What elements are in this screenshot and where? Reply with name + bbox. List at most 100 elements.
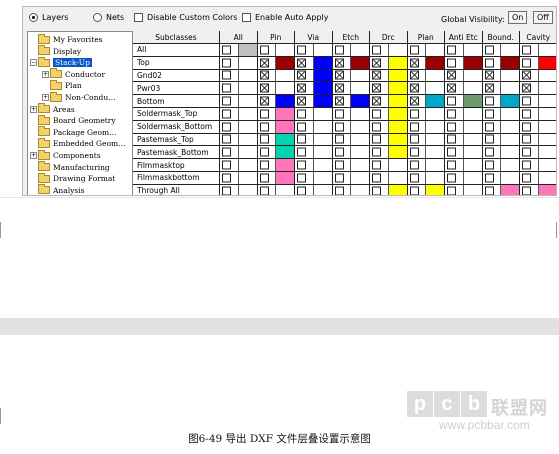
visibility-cell[interactable] <box>295 44 333 57</box>
tree-item[interactable]: Analysis <box>30 184 84 195</box>
tree-item[interactable]: + Conductor <box>42 68 105 80</box>
visibility-cell[interactable] <box>445 82 483 96</box>
visibility-checkbox[interactable] <box>297 83 306 93</box>
visibility-cell[interactable] <box>370 95 408 108</box>
visibility-checkbox[interactable] <box>447 45 456 55</box>
visibility-checkbox[interactable] <box>372 173 381 183</box>
visibility-checkbox[interactable] <box>409 122 419 132</box>
visibility-cell[interactable] <box>332 56 370 70</box>
visibility-cell[interactable] <box>483 184 520 195</box>
visibility-checkbox[interactable] <box>334 122 344 132</box>
color-swatch[interactable] <box>351 70 369 82</box>
tree-item[interactable]: Manufacturing <box>30 161 110 173</box>
visibility-checkbox[interactable] <box>522 96 531 106</box>
visibility-cell[interactable] <box>445 146 483 160</box>
color-swatch[interactable] <box>539 159 556 171</box>
visibility-cell[interactable] <box>332 159 370 172</box>
color-swatch[interactable] <box>426 172 444 184</box>
color-swatch[interactable] <box>351 95 369 107</box>
visibility-checkbox[interactable] <box>297 45 306 55</box>
color-swatch[interactable] <box>538 184 556 195</box>
visibility-checkbox[interactable] <box>522 109 531 119</box>
visibility-checkbox[interactable] <box>297 186 306 195</box>
visibility-checkbox[interactable] <box>372 122 381 132</box>
visibility-checkbox[interactable] <box>259 83 269 93</box>
visibility-checkbox[interactable] <box>409 45 419 55</box>
visibility-cell[interactable] <box>220 69 258 83</box>
visibility-cell[interactable] <box>520 133 556 147</box>
expand-toggle-icon[interactable]: − <box>30 59 37 67</box>
visibility-cell[interactable] <box>370 120 408 134</box>
visibility-cell[interactable] <box>520 95 556 108</box>
color-swatch[interactable] <box>314 44 332 56</box>
visibility-cell[interactable] <box>295 159 333 172</box>
visibility-cell[interactable] <box>295 120 333 134</box>
color-swatch[interactable] <box>464 146 482 158</box>
tree-item[interactable]: Plan <box>42 79 82 91</box>
visibility-checkbox[interactable] <box>372 147 381 157</box>
visibility-checkbox[interactable] <box>259 186 269 195</box>
visibility-cell[interactable] <box>220 133 258 147</box>
visibility-cell[interactable] <box>295 172 333 185</box>
visibility-cell[interactable] <box>520 159 556 172</box>
color-swatch[interactable] <box>501 82 519 94</box>
visibility-checkbox[interactable] <box>447 134 456 144</box>
color-swatch[interactable] <box>426 95 444 107</box>
color-swatch[interactable] <box>426 70 444 82</box>
color-swatch[interactable] <box>314 121 332 133</box>
visibility-checkbox[interactable] <box>447 160 456 170</box>
color-swatch[interactable] <box>276 82 294 94</box>
color-swatch[interactable] <box>238 44 257 56</box>
expand-toggle-icon[interactable]: + <box>30 152 37 159</box>
color-swatch[interactable] <box>239 95 257 107</box>
visibility-cell[interactable] <box>407 69 445 83</box>
color-swatch[interactable] <box>314 108 332 120</box>
visibility-off-button[interactable]: Off <box>533 11 553 24</box>
visibility-checkbox[interactable] <box>297 134 306 144</box>
visibility-checkbox[interactable] <box>522 147 531 157</box>
color-swatch[interactable] <box>276 56 294 69</box>
visibility-checkbox[interactable] <box>522 173 531 183</box>
color-swatch[interactable] <box>314 146 332 158</box>
color-swatch[interactable] <box>276 120 294 133</box>
visibility-cell[interactable] <box>407 133 445 147</box>
disable-custom-colors-box[interactable] <box>134 13 143 22</box>
color-swatch[interactable] <box>539 95 556 107</box>
visibility-cell[interactable] <box>220 44 258 57</box>
visibility-checkbox[interactable] <box>522 45 531 55</box>
color-swatch[interactable] <box>351 82 369 94</box>
layers-radio[interactable]: Layers <box>29 13 68 22</box>
color-swatch[interactable] <box>464 134 482 146</box>
color-swatch[interactable] <box>276 172 294 184</box>
visibility-checkbox[interactable] <box>484 147 494 157</box>
visibility-cell[interactable] <box>445 159 483 172</box>
visibility-cell[interactable] <box>220 146 258 160</box>
visibility-checkbox[interactable] <box>259 58 269 68</box>
color-swatch[interactable] <box>426 82 444 94</box>
visibility-cell[interactable] <box>295 69 333 83</box>
color-swatch[interactable] <box>313 56 332 69</box>
visibility-checkbox[interactable] <box>334 160 344 170</box>
color-swatch[interactable] <box>276 133 294 146</box>
visibility-cell[interactable] <box>520 82 556 96</box>
visibility-cell[interactable] <box>407 146 445 160</box>
color-swatch[interactable] <box>464 82 482 94</box>
color-swatch[interactable] <box>426 159 444 171</box>
visibility-cell[interactable] <box>520 146 556 160</box>
color-swatch[interactable] <box>501 70 519 82</box>
visibility-checkbox[interactable] <box>222 134 231 144</box>
visibility-cell[interactable] <box>332 172 370 185</box>
color-swatch[interactable] <box>351 44 369 56</box>
visibility-cell[interactable] <box>407 159 445 172</box>
visibility-checkbox[interactable] <box>297 160 306 170</box>
visibility-cell[interactable] <box>257 133 295 147</box>
color-swatch[interactable] <box>539 44 556 56</box>
visibility-cell[interactable] <box>332 44 370 57</box>
visibility-cell[interactable] <box>407 108 445 121</box>
color-swatch[interactable] <box>501 146 519 158</box>
visibility-checkbox[interactable] <box>334 58 344 68</box>
color-swatch[interactable] <box>426 56 444 69</box>
expand-toggle-icon[interactable]: + <box>30 105 37 113</box>
visibility-cell[interactable] <box>220 56 258 70</box>
visibility-checkbox[interactable] <box>522 134 531 144</box>
